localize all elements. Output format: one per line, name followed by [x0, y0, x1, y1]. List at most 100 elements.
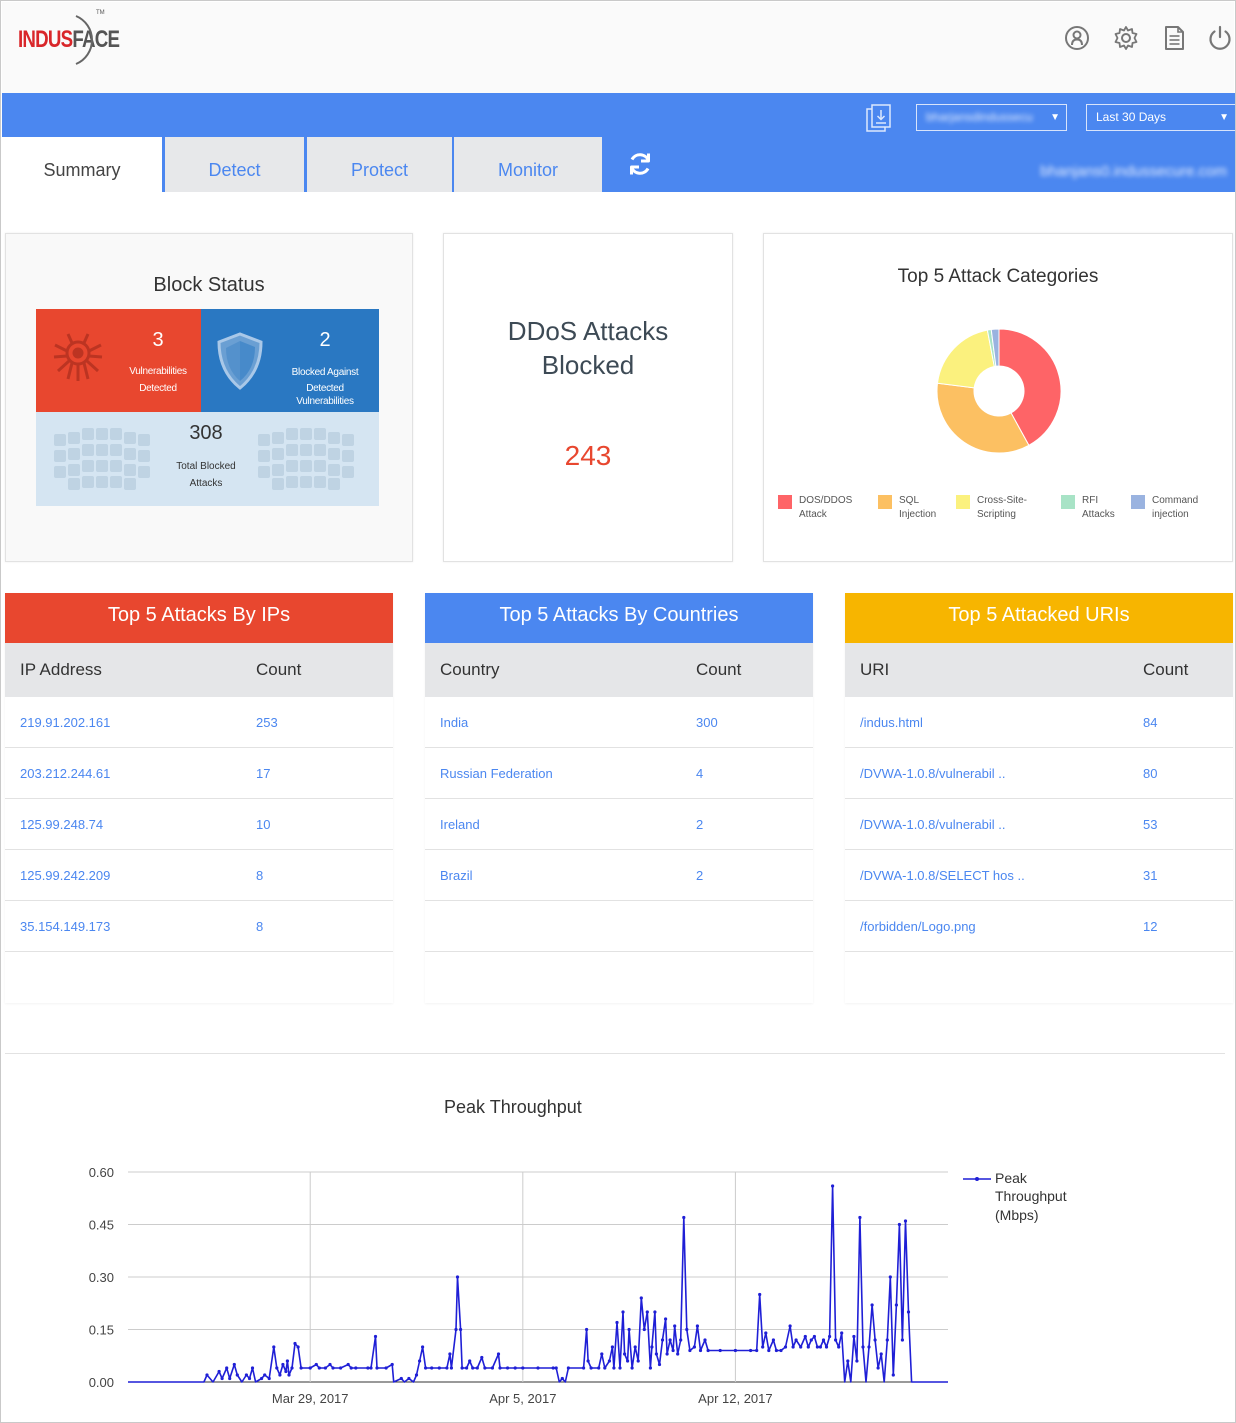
data-point[interactable] [633, 1345, 637, 1349]
data-point[interactable] [551, 1366, 555, 1370]
data-point[interactable] [834, 1338, 838, 1342]
data-point[interactable] [657, 1362, 662, 1367]
data-point[interactable] [846, 1359, 850, 1363]
data-point[interactable] [328, 1362, 332, 1367]
data-point[interactable] [870, 1303, 874, 1307]
data-point[interactable] [586, 1359, 590, 1363]
count-link[interactable]: 10 [256, 817, 270, 832]
country-link[interactable]: Russian Federation [440, 766, 553, 781]
data-point[interactable] [600, 1352, 604, 1356]
data-point[interactable] [272, 1345, 276, 1349]
data-point[interactable] [673, 1324, 677, 1328]
count-link[interactable]: 300 [696, 715, 718, 730]
data-point[interactable] [536, 1366, 540, 1370]
account-select[interactable]: bharjansdindussecu ▼ [916, 104, 1067, 131]
data-point[interactable] [897, 1222, 902, 1227]
data-point[interactable] [733, 1348, 738, 1353]
data-point[interactable] [480, 1355, 484, 1360]
count-link[interactable]: 53 [1143, 817, 1157, 832]
vulnerabilities-detected-tile[interactable]: 3 Vulnerabilities Detected [36, 309, 201, 412]
chart-legend[interactable]: Peak Throughput (Mbps) [963, 1170, 1067, 1223]
series-line[interactable] [128, 1185, 948, 1383]
table-row[interactable]: 125.99.248.74 10 [5, 799, 393, 850]
data-point[interactable] [688, 1348, 692, 1353]
data-point[interactable] [607, 1359, 612, 1363]
data-point[interactable] [373, 1334, 378, 1339]
document-icon[interactable] [1160, 24, 1188, 52]
data-point[interactable] [346, 1362, 350, 1367]
date-range-select[interactable]: Last 30 Days ▼ [1086, 104, 1235, 131]
data-point[interactable] [794, 1338, 798, 1342]
data-point[interactable] [603, 1366, 607, 1370]
tab-summary[interactable]: Summary [2, 137, 162, 192]
data-point[interactable] [818, 1345, 823, 1349]
data-point[interactable] [783, 1345, 788, 1349]
data-point[interactable] [664, 1317, 668, 1321]
tab-monitor[interactable]: Monitor [454, 137, 602, 192]
data-point[interactable] [676, 1352, 680, 1356]
data-point[interactable] [308, 1366, 312, 1370]
data-point[interactable] [263, 1373, 267, 1377]
table-row[interactable]: 35.154.149.173 8 [5, 901, 393, 952]
uri-link[interactable]: /DVWA-1.0.8/SELECT hos .. [860, 868, 1025, 883]
table-row[interactable]: /DVWA-1.0.8/vulnerabil .. 80 [845, 748, 1233, 799]
data-point[interactable] [706, 1348, 710, 1353]
table-row[interactable]: Russian Federation 4 [425, 748, 813, 799]
table-row[interactable]: 203.212.244.61 17 [5, 748, 393, 799]
data-point[interactable] [513, 1366, 517, 1370]
ip-link[interactable]: 125.99.242.209 [20, 868, 110, 883]
data-point[interactable] [235, 1373, 239, 1377]
data-point[interactable] [275, 1366, 279, 1370]
data-point[interactable] [879, 1352, 883, 1356]
data-point[interactable] [323, 1366, 327, 1370]
data-point[interactable] [831, 1184, 835, 1188]
data-point[interactable] [437, 1366, 441, 1370]
data-point[interactable] [824, 1345, 829, 1349]
pie-slice[interactable] [936, 329, 995, 389]
data-point[interactable] [867, 1345, 871, 1349]
data-point[interactable] [459, 1327, 463, 1332]
data-point[interactable] [247, 1376, 252, 1381]
data-point[interactable] [873, 1338, 877, 1342]
data-point[interactable] [653, 1310, 657, 1314]
data-point[interactable] [791, 1345, 795, 1349]
count-link[interactable]: 8 [256, 919, 263, 934]
data-point[interactable] [828, 1334, 832, 1339]
data-point[interactable] [610, 1345, 615, 1349]
ip-link[interactable]: 35.154.149.173 [20, 919, 110, 934]
data-point[interactable] [779, 1348, 783, 1353]
data-point[interactable] [626, 1359, 630, 1363]
count-link[interactable]: 2 [696, 868, 703, 883]
data-point[interactable] [296, 1345, 300, 1349]
data-point[interactable] [894, 1303, 899, 1307]
refresh-icon[interactable] [626, 150, 654, 178]
data-point[interactable] [799, 1345, 803, 1349]
data-point[interactable] [498, 1366, 502, 1370]
data-point[interactable] [287, 1373, 291, 1377]
data-point[interactable] [885, 1338, 889, 1342]
data-point[interactable] [430, 1366, 434, 1370]
data-point[interactable] [471, 1366, 475, 1370]
data-point[interactable] [582, 1366, 586, 1370]
data-point[interactable] [455, 1275, 460, 1279]
data-point[interactable] [903, 1219, 908, 1223]
country-link[interactable]: India [440, 715, 468, 730]
data-point[interactable] [244, 1373, 248, 1377]
data-point[interactable] [490, 1366, 494, 1370]
tab-protect[interactable]: Protect [307, 137, 452, 192]
data-point[interactable] [648, 1366, 653, 1370]
count-link[interactable]: 2 [696, 817, 703, 832]
data-point[interactable] [615, 1320, 619, 1325]
data-point[interactable] [290, 1366, 294, 1370]
data-point[interactable] [671, 1348, 675, 1353]
data-point[interactable] [612, 1366, 616, 1370]
data-point[interactable] [852, 1334, 856, 1339]
user-icon[interactable] [1063, 24, 1091, 52]
table-row[interactable]: /DVWA-1.0.8/SELECT hos .. 31 [845, 850, 1233, 901]
data-point[interactable] [314, 1362, 318, 1367]
data-point[interactable] [665, 1352, 669, 1356]
power-icon[interactable] [1206, 24, 1234, 52]
data-point[interactable] [888, 1275, 892, 1279]
data-point[interactable] [445, 1366, 449, 1370]
data-point[interactable] [761, 1345, 765, 1349]
